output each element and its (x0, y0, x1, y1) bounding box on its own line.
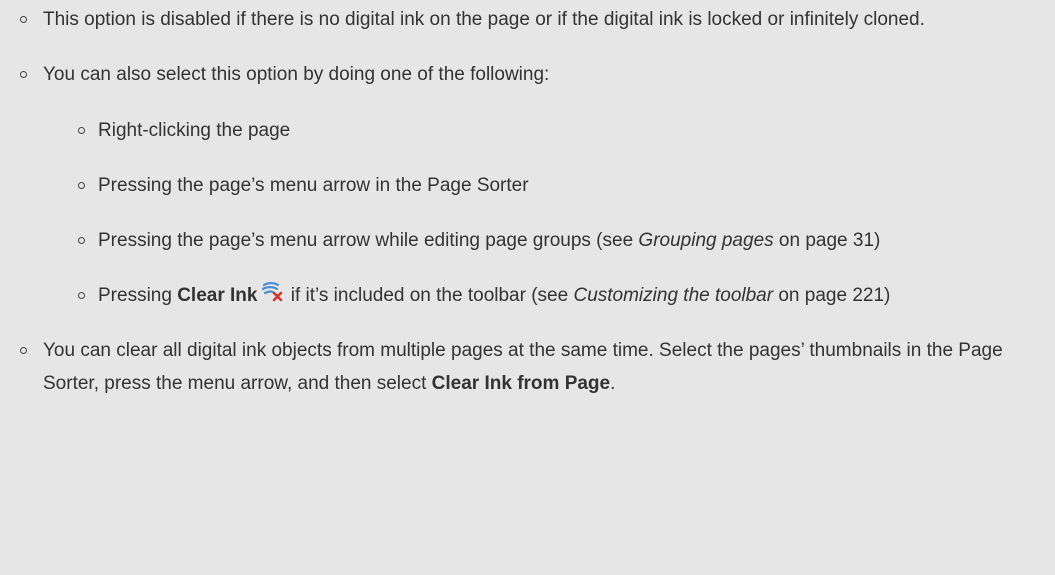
ui-term-clear-ink: Clear Ink (177, 285, 258, 306)
sub-item-text: Pressing the page’s menu arrow in the Pa… (98, 175, 529, 196)
sub-item-text: on page 221) (773, 285, 891, 306)
list-item-text: . (610, 373, 616, 394)
ui-term-clear-ink-from-page: Clear Ink from Page (431, 373, 611, 394)
sub-bullet-list: Right-clicking the page Pressing the pag… (43, 114, 1040, 312)
list-item-text: You can also select this option by doing… (43, 64, 550, 85)
list-item-select-options: You can also select this option by doing… (0, 58, 1040, 312)
cross-reference-link[interactable]: Customizing the toolbar (573, 285, 773, 306)
cross-reference-link[interactable]: Grouping pages (638, 230, 773, 251)
list-item-disabled-note: This option is disabled if there is no d… (0, 3, 1040, 36)
sub-item-text: Pressing (98, 285, 178, 306)
clear-ink-icon (261, 281, 283, 303)
sub-item-text: Pressing the page’s menu arrow while edi… (98, 230, 639, 251)
sub-item-text: on page 31) (773, 230, 881, 251)
list-item-multiple-pages: You can clear all digital ink objects fr… (0, 334, 1040, 400)
sub-item-page-groups: Pressing the page’s menu arrow while edi… (43, 224, 1040, 257)
sub-item-right-click: Right-clicking the page (43, 114, 1040, 147)
sub-item-text: if it’s included on the toolbar (see (285, 285, 574, 306)
sub-item-text: Right-clicking the page (98, 120, 291, 141)
bullet-list: This option is disabled if there is no d… (0, 0, 1040, 400)
document-page: This option is disabled if there is no d… (0, 0, 1055, 575)
list-item-text: This option is disabled if there is no d… (43, 9, 925, 30)
sub-item-clear-ink: Pressing Clear Ink if it’s included on t… (43, 279, 1040, 312)
sub-item-page-sorter: Pressing the page’s menu arrow in the Pa… (43, 169, 1040, 202)
